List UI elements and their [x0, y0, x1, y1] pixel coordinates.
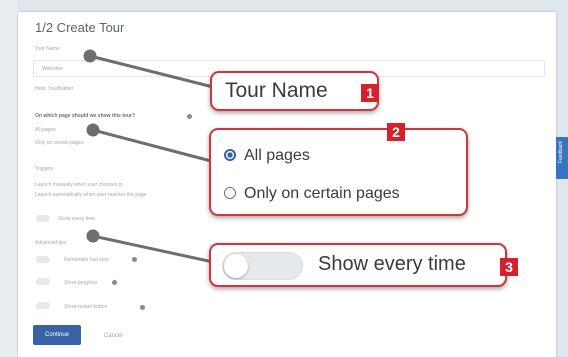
callout-tour-name-text: Tour Name — [225, 79, 328, 102]
toggle-icon — [222, 252, 303, 280]
callout-option-certain-pages-label: Only on certain pages — [244, 185, 400, 202]
callout-option-certain-pages: Only on certain pages — [224, 185, 400, 203]
callout-badge-3: 3 — [500, 258, 518, 276]
connector-line-3 — [91, 234, 215, 264]
callout-option-all-pages-label: All pages — [244, 147, 310, 164]
callout-tour-name: Tour Name — [210, 71, 379, 111]
connector-line-2 — [91, 128, 213, 163]
callout-option-all-pages: All pages — [224, 147, 310, 165]
connector-dot-1 — [83, 49, 97, 63]
radio-unchecked-icon — [224, 187, 236, 199]
callout-badge-2: 2 — [387, 123, 405, 141]
toggle-knob — [224, 254, 248, 278]
callout-badge-1: 1 — [361, 84, 379, 102]
callout-show-every-time: Show every time — [209, 243, 507, 287]
callout-show-every-time-text: Show every time — [318, 253, 466, 275]
connector-dot-2 — [86, 123, 100, 137]
callout-page-options: All pages Only on certain pages — [209, 128, 468, 216]
connector-line-1 — [88, 54, 215, 89]
connector-dot-3 — [86, 229, 100, 243]
radio-checked-icon — [224, 149, 236, 161]
